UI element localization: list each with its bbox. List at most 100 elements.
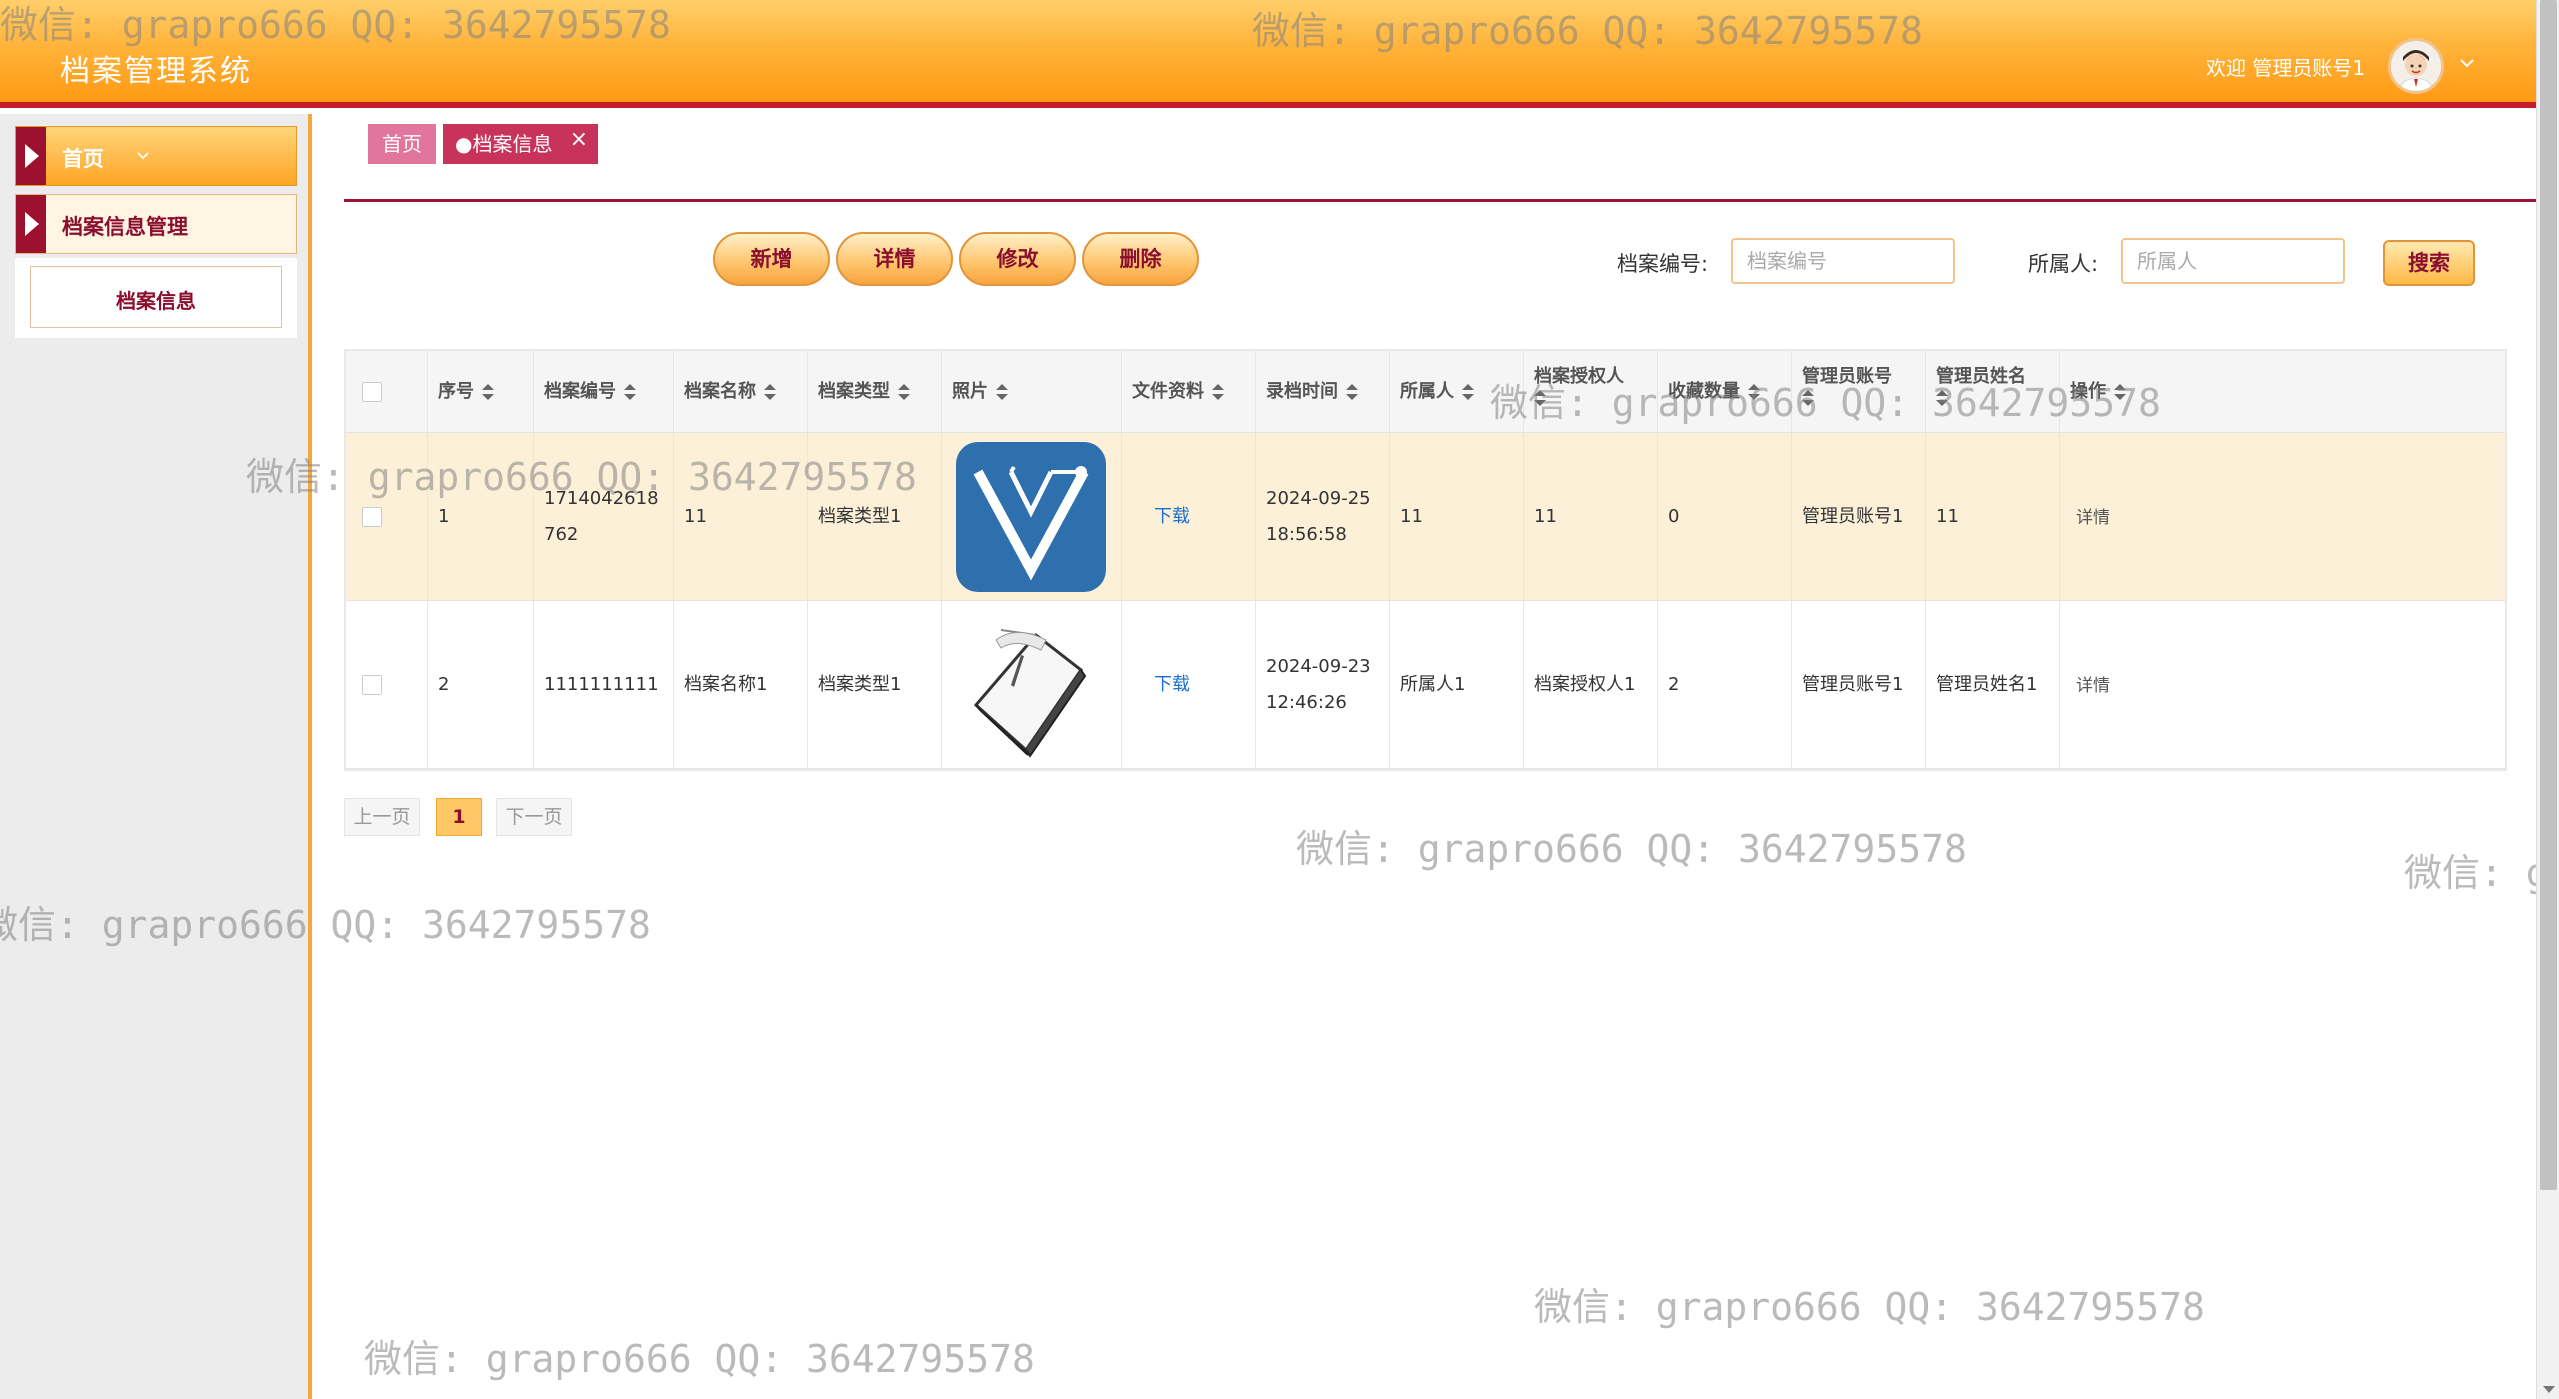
row-checkbox[interactable]	[362, 674, 382, 695]
watermark-text: 微信: grapro666 QQ: 3642795578	[1534, 1285, 2205, 1329]
sidebar-item-label: 档案信息管理	[62, 215, 188, 239]
row-checkbox[interactable]	[362, 506, 382, 527]
header-select-all	[346, 351, 428, 432]
sidebar-item-label: 首页	[62, 147, 104, 171]
table-header: 序号 档案编号 档案名称 档案类型 照片 文件资料 录档时间 所属人 档案授权人…	[346, 351, 2505, 433]
code-cell: 1111111111	[534, 601, 674, 768]
owner-label: 所属人:	[2028, 252, 2099, 276]
date-text: 2024-09-25	[1266, 487, 1371, 509]
archive-photo-v-logo[interactable]	[956, 441, 1106, 592]
time-text: 12:46:26	[1266, 691, 1347, 713]
app-title: 档案管理系统	[60, 54, 252, 89]
column-header[interactable]: 照片	[942, 351, 1122, 432]
column-label: 收藏数量	[1668, 380, 1740, 402]
select-all-checkbox[interactable]	[362, 381, 382, 402]
scrollbar-thumb[interactable]	[2540, 0, 2557, 1190]
chevron-down-icon	[137, 152, 149, 160]
row-detail-link[interactable]: 详情	[2076, 671, 2110, 696]
avatar-face-icon	[2391, 41, 2441, 91]
type-cell: 档案类型1	[808, 433, 942, 600]
column-header[interactable]: 管理员姓名	[1926, 351, 2060, 432]
column-header[interactable]: 文件资料	[1122, 351, 1256, 432]
favorites-cell: 0	[1658, 433, 1792, 600]
column-label: 操作	[2070, 380, 2106, 402]
welcome-text: 欢迎 管理员账号1	[2206, 56, 2366, 80]
column-label: 档案编号	[544, 380, 616, 402]
sort-icon	[764, 383, 776, 401]
tab-home[interactable]: 首页	[368, 124, 436, 164]
download-link[interactable]: 下载	[1154, 667, 1190, 703]
archive-code-label: 档案编号:	[1617, 252, 1709, 276]
download-link[interactable]: 下载	[1154, 499, 1190, 535]
detail-button[interactable]: 详情	[836, 232, 953, 286]
admin-name-cell: 管理员姓名1	[1926, 601, 2060, 768]
admin-name-cell: 11	[1926, 433, 2060, 600]
column-label: 照片	[952, 380, 988, 402]
column-header[interactable]: 档案类型	[808, 351, 942, 432]
column-header[interactable]: 收藏数量	[1658, 351, 1792, 432]
table-row[interactable]: 2 1111111111 档案名称1 档案类型1 下载 2024-09-23 12…	[346, 601, 2505, 769]
column-header[interactable]: 档案授权人	[1524, 351, 1658, 432]
watermark-text: 微信: grapro666 QQ: 3642795578	[364, 1337, 1035, 1381]
column-label: 文件资料	[1132, 380, 1204, 402]
sidebar-item-archive-info[interactable]: 档案信息	[30, 266, 282, 328]
column-header[interactable]: 档案名称	[674, 351, 808, 432]
sort-icon	[1346, 383, 1358, 401]
sidebar-item-archive-management[interactable]: 档案信息管理	[15, 194, 297, 254]
row-detail-link[interactable]: 详情	[2076, 503, 2110, 528]
sort-icon	[482, 383, 494, 401]
name-cell: 档案名称1	[674, 601, 808, 768]
tab-label: ●档案信息	[455, 132, 553, 156]
tab-divider	[344, 199, 2536, 202]
page-1-button[interactable]: 1	[436, 798, 482, 836]
chevron-down-icon[interactable]	[2456, 52, 2478, 74]
tab-archive-info[interactable]: ●档案信息 ×	[443, 124, 598, 164]
prev-page-button[interactable]: 上一页	[344, 798, 420, 836]
user-avatar[interactable]	[2388, 38, 2444, 94]
admin-account-cell: 管理员账号1	[1792, 601, 1926, 768]
add-button[interactable]: 新增	[713, 232, 830, 286]
sort-icon	[1462, 383, 1474, 401]
owner-cell: 11	[1390, 433, 1524, 600]
sidebar-item-home[interactable]: 首页	[15, 126, 297, 186]
type-cell: 档案类型1	[808, 601, 942, 768]
column-label: 录档时间	[1266, 380, 1338, 402]
archive-code-input[interactable]	[1731, 238, 1955, 284]
column-header[interactable]: 所属人	[1390, 351, 1524, 432]
column-label: 档案授权人	[1534, 366, 1624, 387]
scroll-down-arrow-icon[interactable]	[2543, 1386, 2555, 1393]
time-text: 18:56:58	[1266, 523, 1347, 545]
date-text: 2024-09-23	[1266, 655, 1371, 677]
owner-input[interactable]	[2121, 238, 2345, 284]
date-cell: 2024-09-25 18:56:58	[1256, 433, 1390, 600]
column-header[interactable]: 操作	[2060, 351, 2505, 432]
close-icon[interactable]: ×	[570, 120, 588, 160]
edit-button[interactable]: 修改	[959, 232, 1076, 286]
delete-button[interactable]: 删除	[1082, 232, 1199, 286]
archive-photo-notebook[interactable]	[956, 610, 1106, 760]
photo-cell	[942, 433, 1122, 600]
sort-icon	[996, 383, 1008, 401]
sort-icon	[2114, 383, 2126, 401]
table-row[interactable]: 1 1714042618 762 11 档案类型1 下载 2024-09-25 18…	[346, 433, 2505, 601]
sort-icon	[898, 383, 910, 401]
sort-icon	[1534, 389, 1546, 407]
row-select-cell	[346, 601, 428, 768]
favorites-cell: 2	[1658, 601, 1792, 768]
column-header[interactable]: 管理员账号	[1792, 351, 1926, 432]
name-cell: 11	[674, 433, 808, 600]
sort-icon	[1748, 383, 1760, 401]
sidebar: 首页 档案信息管理 档案信息	[0, 114, 312, 1399]
column-header[interactable]: 录档时间	[1256, 351, 1390, 432]
column-header[interactable]: 档案编号	[534, 351, 674, 432]
sort-icon	[1802, 389, 1814, 407]
code-cell: 1714042618 762	[534, 433, 674, 600]
search-button[interactable]: 搜索	[2383, 240, 2475, 286]
file-cell: 下载	[1122, 433, 1256, 600]
next-page-button[interactable]: 下一页	[496, 798, 572, 836]
column-label: 管理员姓名	[1936, 366, 2026, 387]
vertical-scrollbar[interactable]	[2536, 0, 2559, 1399]
authorizer-cell: 11	[1524, 433, 1658, 600]
column-header[interactable]: 序号	[428, 351, 534, 432]
sort-icon	[1212, 383, 1224, 401]
